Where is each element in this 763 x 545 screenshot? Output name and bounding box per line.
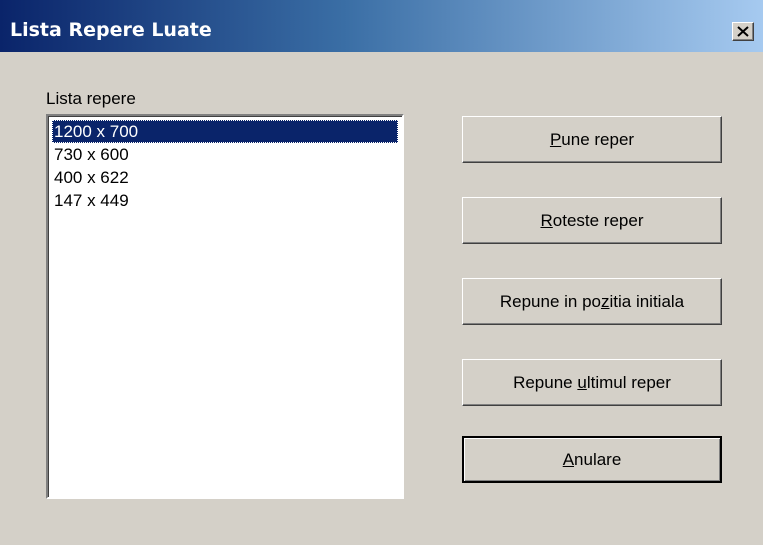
list-item[interactable]: 147 x 449: [52, 189, 398, 212]
repune-ultimul-reper-button[interactable]: Repune ultimul reper: [462, 359, 722, 406]
button-label: Pune reper: [549, 129, 635, 149]
button-label: Repune ultimul reper: [513, 372, 671, 392]
anulare-button[interactable]: Anulare: [462, 436, 722, 483]
list-items: 1200 x 700 730 x 600 400 x 622 147 x 449: [52, 120, 398, 212]
button-label: Anulare: [562, 449, 622, 469]
button-label: Roteste reper: [540, 210, 644, 230]
repune-pozitia-initiala-button[interactable]: Repune in pozitia initiala: [462, 278, 722, 325]
window-title: Lista Repere Luate: [10, 19, 212, 41]
reper-listbox[interactable]: 1200 x 700 730 x 600 400 x 622 147 x 449: [46, 114, 404, 499]
dialog-window: Lista Repere Luate Lista repere 1200 x 7…: [0, 0, 763, 545]
title-bar[interactable]: Lista Repere Luate: [0, 0, 763, 52]
button-label: Repune in pozitia initiala: [499, 291, 685, 311]
list-item[interactable]: 1200 x 700: [52, 120, 398, 143]
roteste-reper-button[interactable]: Roteste reper: [462, 197, 722, 244]
pune-reper-button[interactable]: Pune reper: [462, 116, 722, 163]
list-item[interactable]: 730 x 600: [52, 143, 398, 166]
list-label: Lista repere: [46, 89, 136, 108]
list-item[interactable]: 400 x 622: [52, 166, 398, 189]
close-button[interactable]: [732, 22, 754, 41]
close-icon: [737, 26, 749, 37]
